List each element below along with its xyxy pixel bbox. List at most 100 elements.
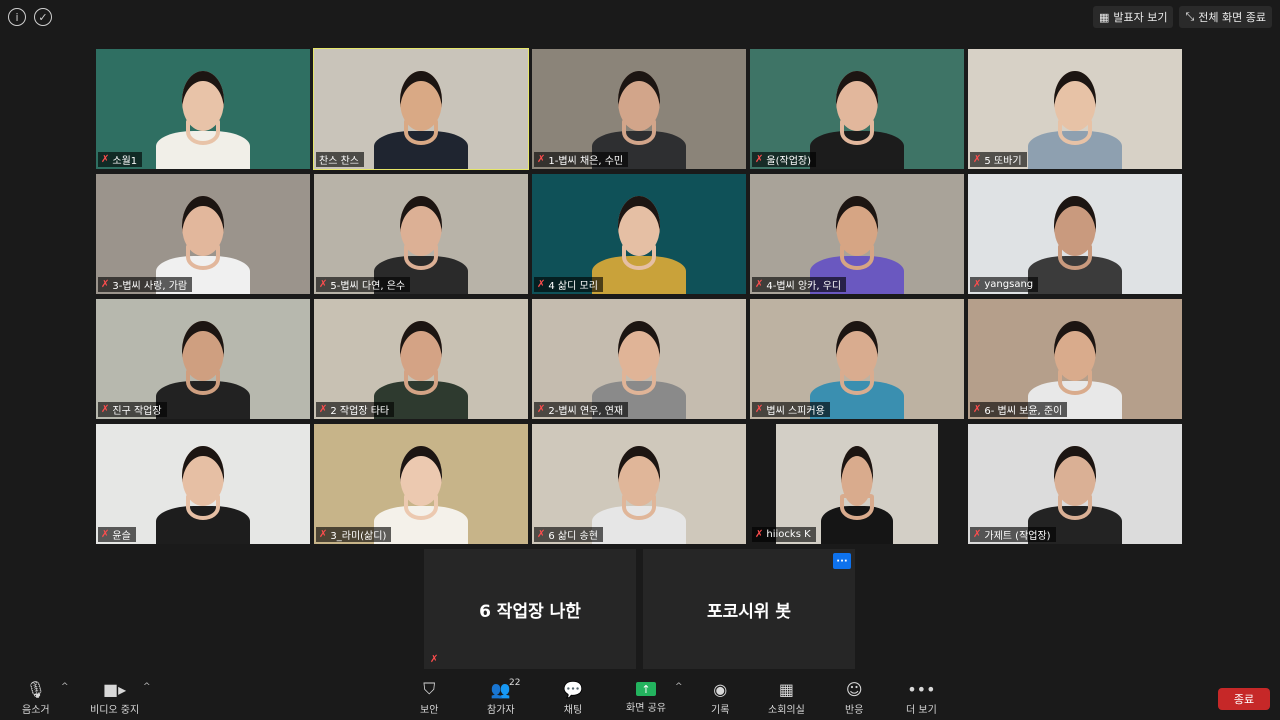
mic-muted-icon: ✗ [101,279,110,290]
participant-figure [314,424,528,544]
end-label: 종료 [1233,693,1255,706]
breakout-rooms-button[interactable]: ▦ 소회의실 [768,679,805,717]
participants-button[interactable]: 👥 22 참가자 [487,678,520,716]
info-icon[interactable]: i [8,8,26,26]
mic-muted-icon: ✗ [537,404,546,415]
video-tile[interactable]: ✗ 3-볍씨 사랑, 가람 [96,174,310,294]
participant-name-tag: ✗ 3_라미(삶디) [316,527,392,542]
video-tile[interactable]: ✗ 울(작업장) [750,49,964,169]
participant-name-tag: ✗ 가제트 (작업장) [970,527,1056,542]
mic-muted-icon: ✗ [537,529,546,540]
video-tile[interactable]: ✗ 2 작업장 타타 [314,299,528,419]
participant-name-tag: ✗ 1-볍씨 채은, 수민 [534,152,629,167]
video-frame [750,174,964,294]
participant-name: 6 작업장 나한 [479,601,581,622]
record-icon: ◉ [713,679,728,699]
video-tile[interactable]: ✗ yangsang [968,174,1182,294]
share-screen-button[interactable]: ↑ 화면 공유 [626,680,666,714]
breakout-label: 소회의실 [768,705,805,716]
participant-name-tag: ✗ yangsang [970,277,1039,292]
top-left-controls: i ✓ [8,8,52,26]
participant-figure [96,299,310,419]
video-frame [968,424,1182,544]
participant-name: 4 삶디 모리 [548,281,598,292]
mic-muted-icon: ✗ [537,279,546,290]
smiley-icon: ☺ [845,679,863,699]
record-button[interactable]: ◉ 기록 [711,679,729,717]
participant-name-tag: ✗ 2 작업장 타타 [316,402,395,417]
video-label: 비디오 중지 [90,705,140,716]
meeting-toolbar: 🎙 음소거 ^ ■▸ 비디오 중지 ^ ⛉ 보안 👥 22 참가자 💬 채팅 ↑… [0,676,1280,720]
video-tile[interactable]: ✗ 소월1 [96,49,310,169]
video-tile[interactable]: ✗ 진구 작업장 [96,299,310,419]
participant-name: 6- 볍씨 보윤, 준이 [984,406,1063,417]
share-screen-icon: ↑ [635,682,656,696]
stop-video-button[interactable]: ■▸ 비디오 중지 [90,679,140,717]
security-button[interactable]: ⛉ 보안 [420,679,438,716]
mic-muted-icon: ✗ [537,154,546,165]
more-options-icon[interactable]: ··· [833,553,851,569]
video-tile[interactable]: ✗ 볍씨 스피커용 [750,299,964,419]
participant-figure [968,299,1182,419]
participants-label: 참가자 [487,705,515,716]
participant-figure [968,49,1182,169]
speaker-view-label: 발표자 보기 [1113,11,1168,24]
video-frame [314,174,528,294]
video-tile[interactable]: ✗ 윤슬 [96,424,310,544]
video-tile[interactable]: ✗ 3_라미(삶디) [314,424,528,544]
video-tile[interactable]: ✗ 4-볍씨 앙카, 우디 [750,174,964,294]
participant-name-tag: ✗ 5-볍씨 다연, 은수 [316,277,411,292]
video-frame [96,174,310,294]
participant-figure [532,299,746,419]
video-frame [314,49,528,169]
participant-name: 4-볍씨 앙카, 우디 [766,281,842,292]
mic-muted-icon: ✗ [101,404,110,415]
mute-button[interactable]: 🎙 음소거 [22,680,50,717]
mic-muted-icon: ✗ [755,404,764,415]
mic-muted-icon: ✗ [319,404,328,415]
end-meeting-button[interactable]: 종료 [1218,688,1270,710]
exit-fullscreen-button[interactable]: ⤡ 전체 화면 종료 [1179,6,1272,28]
speaker-view-icon: ▦ [1098,10,1110,24]
participant-name: 5 또바기 [984,156,1022,167]
participant-figure [776,424,938,544]
video-frame [776,424,938,544]
breakout-rooms-icon: ▦ [778,679,794,699]
speaker-view-button[interactable]: ▦ 발표자 보기 [1092,6,1174,28]
chat-button[interactable]: 💬 채팅 [563,680,583,717]
participant-name: 3_라미(삶디) [330,531,387,542]
participant-figure [314,174,528,294]
more-button[interactable]: ••• 더 보기 [906,680,937,717]
participant-name: 포코시위 봇 [706,601,792,622]
video-tile[interactable]: ✗ 5-볍씨 다연, 은수 [314,174,528,294]
mute-label: 음소거 [22,705,50,716]
video-camera-icon: ■▸ [103,679,127,699]
participant-name-tag: ✗ 5 또바기 [970,152,1027,167]
participant-name-tag: ✗ 울(작업장) [752,152,816,167]
participant-name: 볍씨 스피커용 [766,406,825,417]
video-tile[interactable]: 찬스 찬스 [313,48,529,170]
audio-options-caret-icon[interactable]: ^ [61,682,69,692]
share-options-caret-icon[interactable]: ^ [675,682,683,692]
video-tile[interactable]: ✗ 가제트 (작업장) [968,424,1182,544]
participant-name: 윤슬 [112,531,131,542]
audio-tile-0[interactable]: 6 작업장 나한 ✗ [424,549,636,669]
video-tile[interactable]: ✗ 5 또바기 [968,49,1182,169]
audio-tile-1[interactable]: 포코시위 봇 ··· [643,549,855,669]
shield-icon: ⛉ [423,679,436,698]
mic-muted-icon: ✗ [755,154,764,165]
video-tile[interactable]: ✗ 6- 볍씨 보윤, 준이 [968,299,1182,419]
participant-name: 2 작업장 타타 [330,406,390,417]
reactions-button[interactable]: ☺ 반응 [845,679,863,717]
participant-figure [532,424,746,544]
video-tile[interactable]: ✗ hiiocks K [750,424,964,544]
video-frame [532,424,746,544]
shield-check-icon[interactable]: ✓ [34,8,52,26]
participant-name-tag: ✗ 볍씨 스피커용 [752,402,830,417]
video-tile[interactable]: ✗ 4 삶디 모리 [532,174,746,294]
video-tile[interactable]: ✗ 6 삶디 송현 [532,424,746,544]
video-frame [314,299,528,419]
video-tile[interactable]: ✗ 1-볍씨 채은, 수민 [532,49,746,169]
video-options-caret-icon[interactable]: ^ [143,682,151,692]
video-tile[interactable]: ✗ 2-볍씨 연우, 연재 [532,299,746,419]
